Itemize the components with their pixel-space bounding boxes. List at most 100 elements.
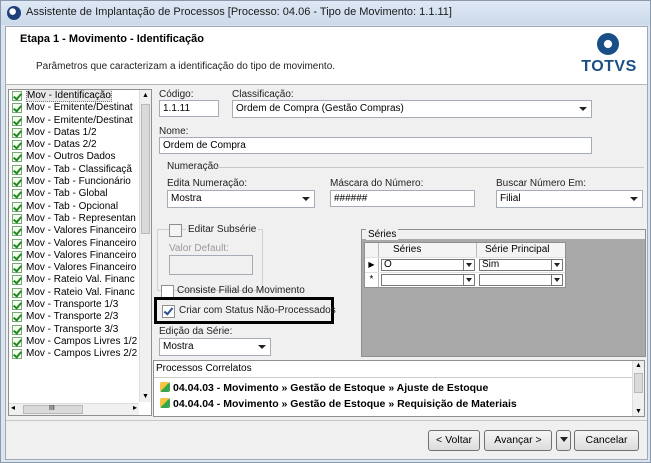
step-complete-check-icon (12, 287, 22, 298)
step-list-item[interactable]: Mov - Rateio Val. Financ (9, 274, 139, 286)
step-list-item[interactable]: Mov - Emitente/Destinat (9, 115, 139, 127)
step-list-item-label: Mov - Datas 1/2 (26, 126, 97, 138)
processo-link[interactable]: 04.04.04 - Movimento » Gestão de Estoque… (160, 398, 517, 410)
step-list-item-label: Mov - Campos Livres 1/2 (26, 335, 138, 347)
step-list-item[interactable]: Mov - Transporte 1/3 (9, 299, 139, 311)
cancel-button-label: Cancelar (585, 434, 628, 446)
step-list-item[interactable]: Mov - Valores Financeiro (9, 262, 139, 274)
scroll-thumb[interactable] (141, 104, 150, 234)
options-dropdown-button[interactable] (556, 430, 571, 451)
chevron-down-icon (466, 278, 472, 282)
subserie-group: Editar Subsérie Valor Default: (157, 224, 263, 291)
scroll-down-icon[interactable]: ▼ (635, 408, 642, 415)
edicao-serie-label: Edição da Série: (159, 326, 233, 337)
back-button[interactable]: < Voltar (428, 430, 480, 451)
next-button-label: Avançar > (494, 434, 542, 446)
step-list-horizontal-scrollbar[interactable]: ◂ III ▸ (9, 403, 139, 415)
step-list-item[interactable]: Mov - Tab - Representan (9, 213, 139, 225)
step-list-vertical-scrollbar[interactable]: ▲ ▼ (139, 90, 151, 402)
step-list-item[interactable]: Mov - Rateio Val. Financ (9, 287, 139, 299)
codigo-field[interactable]: 1.1.11 (159, 100, 219, 117)
step-list-item[interactable]: Mov - Valores Financeiro (9, 225, 139, 237)
numeracao-group-title: Numeração (167, 161, 219, 172)
processos-vertical-scrollbar[interactable]: ▲ ▼ (632, 361, 644, 416)
totvs-logo: TOTVS (579, 33, 639, 77)
step-complete-check-icon (12, 349, 22, 360)
nome-label: Nome: (159, 126, 189, 137)
next-button[interactable]: Avançar > (484, 430, 552, 451)
step-list-item-label: Mov - Tab - Opcional (26, 200, 119, 212)
step-complete-check-icon (12, 177, 22, 188)
series-cell-select-new[interactable] (381, 274, 475, 286)
classificacao-select[interactable]: Ordem de Compra (Gestão Compras) (232, 100, 592, 118)
series-grid[interactable]: Séries Série Principal ▶ O Sim * (364, 242, 566, 288)
scroll-up-icon[interactable]: ▲ (142, 92, 149, 99)
buscar-numero-select[interactable]: Filial (496, 190, 643, 208)
scroll-left-icon[interactable]: ◂ (11, 403, 15, 412)
scroll-right-icon[interactable]: ▸ (133, 403, 137, 412)
scroll-up-icon[interactable]: ▲ (635, 362, 642, 369)
edicao-serie-select[interactable]: Mostra (159, 338, 271, 356)
processo-link[interactable]: 04.04.03 - Movimento » Gestão de Estoque… (160, 382, 488, 394)
step-list-item[interactable]: Mov - Tab - Funcionário (9, 176, 139, 188)
valor-default-field[interactable] (169, 255, 253, 275)
step-list-item[interactable]: Mov - Tab - Opcional (9, 201, 139, 213)
edita-numeracao-label: Edita Numeração: (167, 178, 248, 189)
step-complete-check-icon (12, 213, 22, 224)
serie-principal-cell-select[interactable]: Sim (479, 259, 563, 271)
step-list-item[interactable]: Mov - Campos Livres 1/2 (9, 336, 139, 348)
step-list-item[interactable]: Mov - Campos Livres 2/2 (9, 348, 139, 360)
cell-dropdown-separator (551, 260, 552, 270)
step-list-item-label: Mov - Valores Financeiro (26, 237, 137, 249)
step-list-item-label: Mov - Datas 2/2 (26, 139, 97, 151)
edicao-serie-value: Mostra (163, 341, 194, 352)
step-list[interactable]: Mov - Identificação Mov - Emitente/Destin… (8, 89, 152, 416)
back-button-label: < Voltar (436, 434, 472, 446)
codigo-label: Código: (159, 89, 194, 100)
step-list-item[interactable]: Mov - Identificação (9, 90, 139, 102)
step-list-item[interactable]: Mov - Transporte 3/3 (9, 324, 139, 336)
step-list-item[interactable]: Mov - Valores Financeiro (9, 250, 139, 262)
scroll-down-icon[interactable]: ▼ (142, 393, 149, 400)
series-cell-select[interactable]: O (381, 259, 475, 271)
step-complete-check-icon (12, 201, 22, 212)
processo-link-text: 04.04.04 - Movimento » Gestão de Estoque… (173, 398, 517, 410)
nome-field[interactable]: Ordem de Compra (159, 137, 592, 154)
step-list-item[interactable]: Mov - Emitente/Destinat (9, 102, 139, 114)
edita-numeracao-select[interactable]: Mostra (167, 190, 315, 208)
step-list-item[interactable]: Mov - Transporte 2/3 (9, 311, 139, 323)
stage-title: Etapa 1 - Movimento - Identificação (20, 33, 204, 45)
step-list-item[interactable]: Mov - Datas 1/2 (9, 127, 139, 139)
chevron-down-icon (579, 107, 587, 111)
step-list-item[interactable]: Mov - Tab - Classificaçã (9, 164, 139, 176)
step-complete-check-icon (12, 300, 22, 311)
step-list-item[interactable]: Mov - Tab - Global (9, 188, 139, 200)
editar-subserie-checkbox[interactable] (169, 224, 182, 237)
step-complete-check-icon (12, 91, 22, 101)
step-list-item-label: Mov - Rateio Val. Financ (26, 286, 135, 298)
cell-dropdown-separator (463, 260, 464, 270)
criar-status-checkbox[interactable] (162, 305, 175, 318)
step-list-item[interactable]: Mov - Valores Financeiro (9, 238, 139, 250)
classificacao-value: Ordem de Compra (Gestão Compras) (236, 103, 404, 114)
series-grid-new-row[interactable]: * (365, 273, 565, 287)
valor-default-label: Valor Default: (169, 243, 229, 254)
new-row-marker-icon: * (365, 273, 379, 287)
chevron-down-icon (559, 437, 568, 442)
col-header-serie-principal[interactable]: Série Principal (477, 243, 565, 257)
step-list-item-label: Mov - Tab - Classificaçã (26, 163, 132, 175)
series-grid-row[interactable]: ▶ O Sim (365, 258, 565, 273)
step-list-item[interactable]: Mov - Datas 2/2 (9, 139, 139, 151)
buscar-numero-value: Filial (500, 193, 521, 204)
wizard-header: Etapa 1 - Movimento - Identificação Parâ… (6, 27, 647, 85)
stage-subtitle: Parâmetros que caracterizam a identifica… (36, 61, 336, 72)
title-bar: Assistente de Implantação de Processos [… (1, 1, 650, 25)
step-list-item[interactable]: Mov - Outros Dados (9, 151, 139, 163)
cancel-button[interactable]: Cancelar (574, 430, 639, 451)
serie-principal-cell-select-new[interactable] (479, 274, 563, 286)
mascara-numero-field[interactable]: ###### (330, 190, 475, 207)
scroll-thumb[interactable] (634, 373, 643, 393)
step-list-item-label: Mov - Transporte 1/3 (26, 299, 119, 311)
step-complete-check-icon (12, 103, 22, 114)
col-header-series[interactable]: Séries (379, 243, 477, 257)
